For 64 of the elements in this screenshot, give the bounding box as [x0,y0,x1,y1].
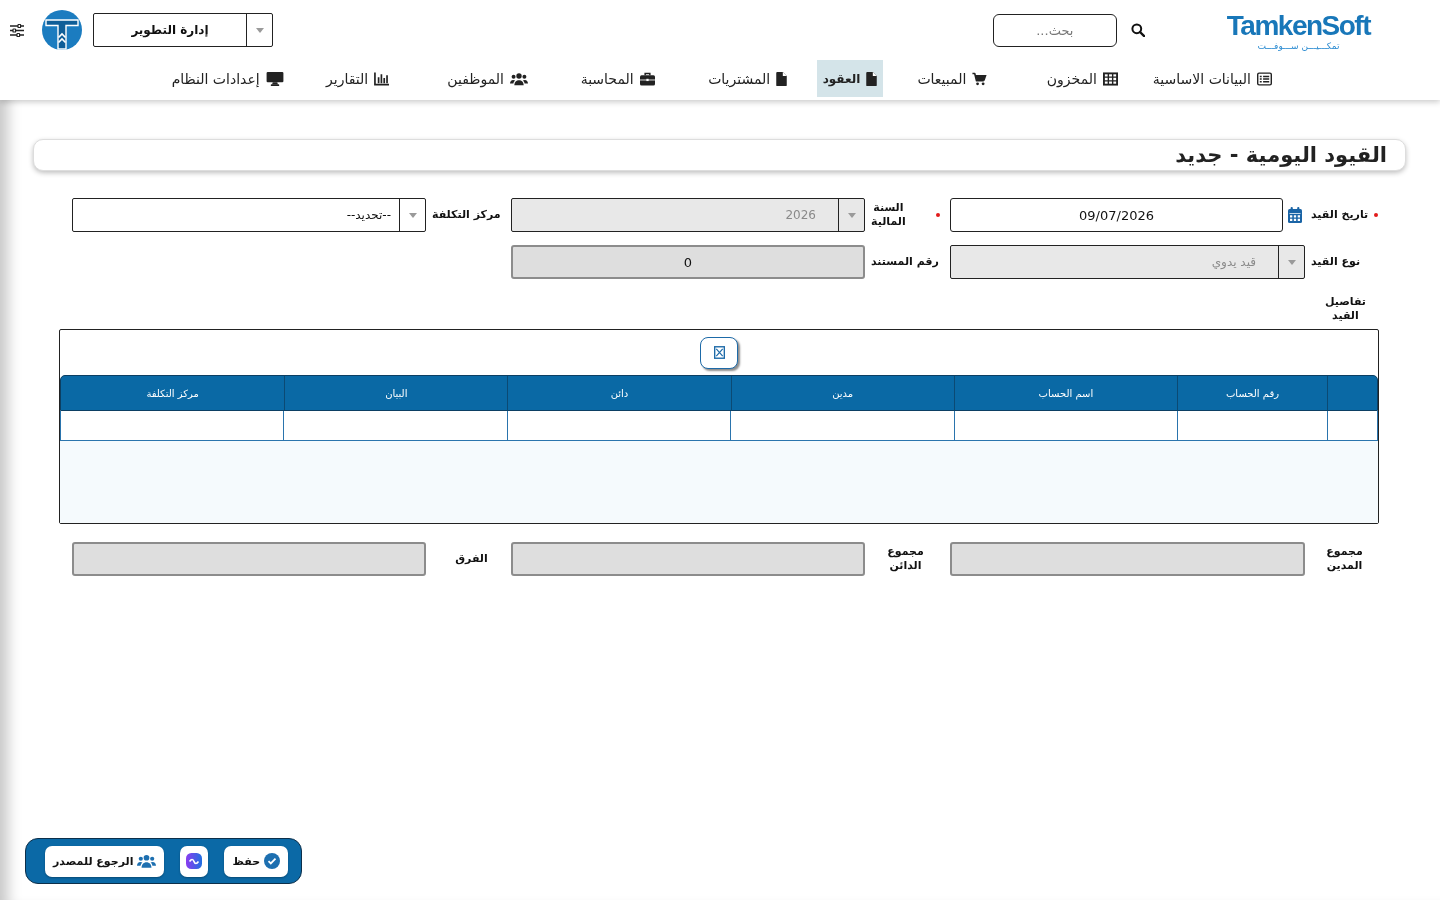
column-header[interactable]: مدين [730,376,954,410]
table-row[interactable] [60,411,1378,441]
caret-icon [408,212,417,218]
file-icon [866,71,878,86]
calendar-icon[interactable] [1288,207,1302,223]
field-label: مجموع الدائن [887,545,924,573]
users-icon [137,854,157,868]
search-icon[interactable] [1130,23,1145,37]
app-tile-icon [186,853,203,869]
file-icon [776,71,788,86]
save-button[interactable]: حفظ [224,845,289,877]
table-cell[interactable] [283,411,507,441]
table-cell[interactable] [60,411,284,441]
field-label: نوع القيد [1311,255,1361,269]
nav-tab[interactable]: إعدادات النظام [162,60,293,97]
field-label: تاريخ القيد [1311,208,1369,222]
desktop-icon [265,71,284,86]
export-button[interactable] [700,336,738,369]
list-icon [1256,71,1272,86]
nav-tab[interactable]: الموظفين [422,60,553,97]
back-button[interactable]: الرجوع للمصدر [45,845,165,877]
field-label: رقم المستند [871,255,939,269]
column-header[interactable]: البيان [284,376,508,410]
table-cell[interactable] [506,411,731,441]
boxed-x-icon [713,346,725,359]
page-title: القيود اليومية - جديد [1175,143,1387,167]
column-header[interactable]: اسم الحساب [953,376,1177,410]
nav-tab[interactable]: التقارير [292,60,423,97]
nav-tab[interactable]: العقود [816,60,884,97]
section-label: تفاصيل القيد [1324,295,1366,323]
field-label: الفرق [455,552,488,566]
table-cell[interactable] [730,411,954,441]
brand-tagline: تمكـــيـــن ســـوفـــت [1257,39,1340,52]
column-header[interactable]: مركز التكلفة [61,376,285,410]
app-button[interactable] [180,845,209,877]
dropdown-field[interactable]: --تحديد-- [72,198,426,232]
bar-chart-icon [374,71,390,86]
field-label: مجموع المدين [1326,545,1363,573]
table-grid-icon [1102,71,1118,86]
table-cell[interactable] [1177,411,1327,441]
table-cell[interactable] [953,411,1177,441]
search-field[interactable]: بحث... [992,13,1117,47]
date-field[interactable]: 09/07/2026 [950,198,1283,232]
nav-tab[interactable]: المحاسبة [552,60,683,97]
table-cell[interactable] [1327,411,1377,441]
column-header[interactable]: دائن [507,376,731,410]
settings-sliders-icon[interactable] [10,23,24,37]
nav-tab[interactable]: البيانات الاساسية [1147,60,1278,97]
nav-tab[interactable]: المبيعات [887,60,1018,97]
briefcase-icon [639,71,655,86]
caret-icon [255,27,264,33]
nav-tab[interactable]: المشتريات [682,60,813,97]
users-icon [509,71,528,86]
round-logo-icon [42,10,82,50]
caret-icon [847,212,856,218]
cart-icon [972,71,988,86]
nav-tab[interactable]: المخزون [1017,60,1148,97]
column-header[interactable]: رقم الحساب [1177,376,1327,410]
caret-icon [1287,259,1296,265]
department-select[interactable]: إدارة التطوير [93,13,273,47]
check-circle-icon [264,853,281,869]
field-label: مركز التكلفة [432,208,501,222]
brand-logo-text: TamkenSoft [1226,10,1370,40]
field-label: السنة المالية [871,201,906,229]
